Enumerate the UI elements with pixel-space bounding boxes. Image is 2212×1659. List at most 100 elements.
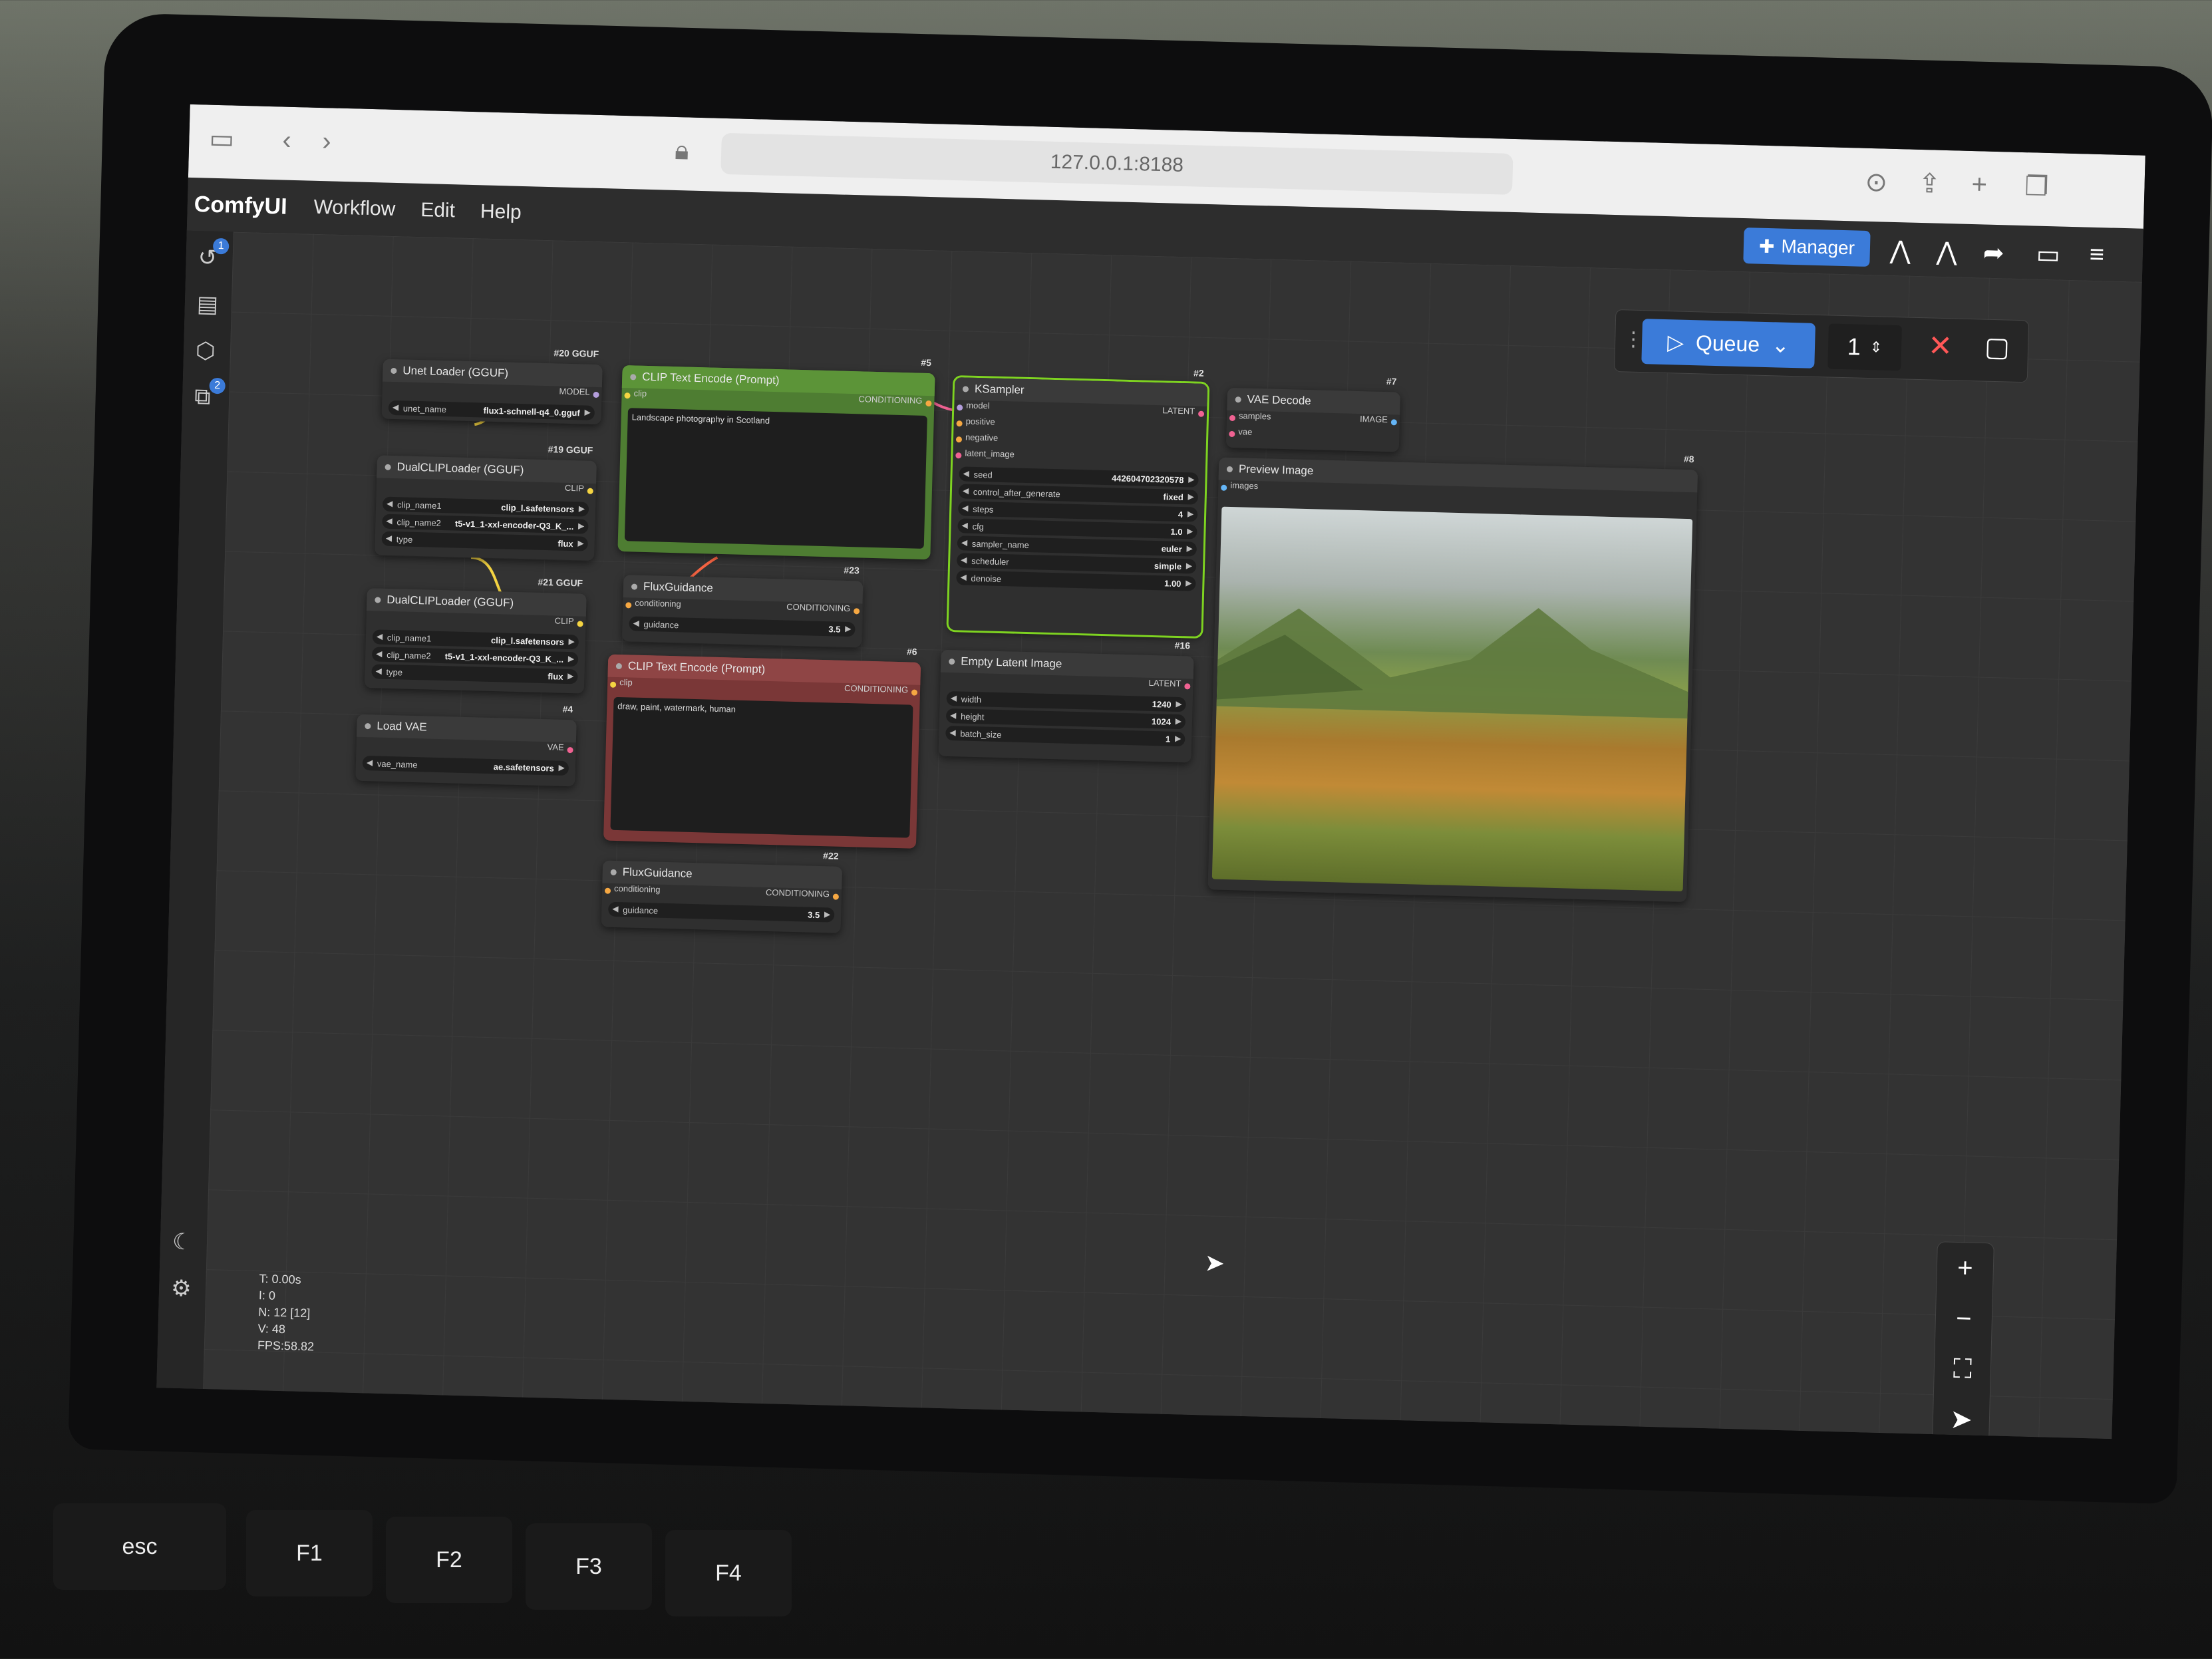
- document-icon[interactable]: ▤: [196, 291, 218, 318]
- port-dot[interactable]: [1184, 683, 1191, 690]
- port-dot[interactable]: [587, 488, 593, 494]
- port-label: CLIP: [564, 482, 585, 494]
- node-vae-decode[interactable]: #7 VAE Decode samples IMAGE vae: [1225, 376, 1401, 452]
- history-badge: 1: [212, 237, 230, 255]
- widget-unet-name[interactable]: unet_name flux1-schnell-q4_0.gguf: [388, 400, 595, 420]
- widget-clip-name1[interactable]: clip_name1 clip_l.safetensors: [382, 496, 589, 517]
- node-load-vae[interactable]: #4 Load VAE VAE vae_nameae.safetensors: [355, 704, 577, 787]
- new-tab-icon[interactable]: +: [1971, 170, 1988, 200]
- widget-batch-size[interactable]: batch_size 1: [945, 725, 1185, 747]
- forward-icon[interactable]: ›: [322, 126, 331, 156]
- port-dot[interactable]: [911, 689, 918, 696]
- node-dualclip-2[interactable]: #21 GGUF DualCLIPLoader (GGUF) CLIP clip…: [364, 577, 587, 694]
- port-dot[interactable]: [1229, 414, 1236, 422]
- port-dot[interactable]: [625, 602, 632, 609]
- port-dot[interactable]: [610, 681, 617, 688]
- port-dot[interactable]: [1390, 419, 1397, 426]
- port-dot[interactable]: [593, 391, 599, 398]
- port-dot[interactable]: [624, 392, 631, 399]
- menu-workflow[interactable]: Workflow: [313, 196, 396, 221]
- node-clip-negative[interactable]: #6 CLIP Text Encode (Prompt) clip CONDIT…: [603, 646, 921, 849]
- widget-denoise[interactable]: denoise 1.00: [956, 570, 1196, 591]
- cube-icon[interactable]: ⬡: [196, 337, 216, 365]
- widget-value: 1.00: [1164, 578, 1182, 589]
- widget-label: control_after_generate: [973, 486, 1060, 500]
- port-label: conditioning: [613, 883, 661, 895]
- share-arrow-icon[interactable]: ➦: [1982, 237, 2004, 268]
- key-f4: F4: [665, 1530, 792, 1616]
- widget-value: 1024: [1151, 716, 1172, 727]
- widget-vae-name[interactable]: vae_name ae.safetensors: [362, 755, 569, 776]
- node-flux-guidance-1[interactable]: #23 FluxGuidance conditioning CONDITIONI…: [621, 565, 864, 648]
- widget-guidance[interactable]: guidance 3.5: [629, 616, 856, 637]
- port-dot[interactable]: [604, 887, 611, 894]
- node-clip-positive[interactable]: #5 CLIP Text Encode (Prompt) clip CONDIT…: [617, 357, 935, 560]
- widget-type[interactable]: type flux: [381, 531, 588, 551]
- model-icon[interactable]: ⋀: [1889, 235, 1911, 266]
- port-dot[interactable]: [955, 436, 963, 443]
- menu-edit[interactable]: Edit: [420, 199, 456, 222]
- port-dot[interactable]: [854, 608, 860, 615]
- node-flux-guidance-2[interactable]: #22 FluxGuidance conditioning CONDITIONI…: [601, 850, 843, 933]
- node-id: #8: [1683, 453, 1694, 465]
- widget-type[interactable]: type flux: [371, 664, 578, 684]
- cursor-icon: ➤: [1204, 1249, 1225, 1277]
- node-preview-image[interactable]: #8 Preview Image images: [1207, 454, 1698, 903]
- moon-icon[interactable]: ☾: [172, 1229, 193, 1256]
- widget-label: steps: [973, 504, 994, 515]
- port-dot[interactable]: [577, 621, 583, 627]
- share-icon[interactable]: ⇪: [1918, 168, 1941, 200]
- widget-value: 1.0: [1170, 526, 1183, 537]
- prompt-textarea[interactable]: draw, paint, watermark, human: [610, 696, 913, 838]
- graph-canvas[interactable]: ⋮ ▷ Queue ⌄ 1 ⇕ ✕ ▢ #20 GGUF Unet Loader…: [203, 231, 2142, 1439]
- node-empty-latent[interactable]: #16 Empty Latent Image LATENT width1240 …: [938, 640, 1194, 763]
- port-dot[interactable]: [1221, 484, 1227, 491]
- manager-button[interactable]: ✚ Manager: [1743, 227, 1871, 267]
- hamburger-icon[interactable]: ≡: [2089, 241, 2104, 270]
- port-dot[interactable]: [957, 404, 963, 411]
- widget-value: flux: [557, 538, 573, 549]
- widget-clip-name1[interactable]: clip_name1 clip_l.safetensors: [372, 629, 579, 650]
- port-dot[interactable]: [1229, 430, 1235, 438]
- port-dot[interactable]: [925, 400, 932, 407]
- zoom-out-icon[interactable]: −: [1935, 1292, 1992, 1344]
- widget-value: fixed: [1163, 492, 1184, 503]
- port-label: MODEL: [559, 386, 590, 397]
- node-unet-loader[interactable]: #20 GGUF Unet Loader (GGUF) MODEL unet_n…: [381, 347, 603, 425]
- port-dot[interactable]: [955, 452, 962, 459]
- sidebar-toggle-icon[interactable]: ▭: [209, 124, 235, 155]
- back-icon[interactable]: ‹: [282, 126, 291, 156]
- widget-label: seed: [973, 469, 993, 480]
- port-dot[interactable]: [832, 893, 840, 900]
- settings-icon[interactable]: ⚙: [171, 1275, 192, 1302]
- port-dot[interactable]: [567, 747, 573, 754]
- prompt-textarea[interactable]: Landscape photography in Scotland: [624, 408, 927, 549]
- widget-value: 442604702320578: [1111, 473, 1184, 486]
- key-f1: F1: [246, 1510, 373, 1596]
- menu-help[interactable]: Help: [480, 200, 522, 224]
- node-ksampler[interactable]: #2 KSampler model LATENT positive negativ…: [946, 367, 1210, 639]
- navigate-icon[interactable]: ➤: [1933, 1394, 1990, 1439]
- download-icon[interactable]: ⊙: [1865, 167, 1888, 198]
- widget-value: ae.safetensors: [493, 762, 555, 774]
- widget-value: 1240: [1152, 699, 1172, 710]
- widget-label: clip_name2: [387, 649, 431, 661]
- widget-clip-name2[interactable]: clip_name2 t5-v1_1-xxl-encoder-Q3_K_...: [371, 647, 579, 667]
- widget-clip-name2[interactable]: clip_name2 t5-v1_1-xxl-encoder-Q3_K_...: [382, 514, 589, 534]
- widget-label: scheduler: [971, 555, 1009, 567]
- panel-icon[interactable]: ▭: [2036, 239, 2060, 270]
- address-bar[interactable]: 127.0.0.1:8188: [720, 132, 1513, 195]
- lock-icon: 🔒︎: [674, 135, 690, 166]
- keyboard: esc F1 F2 F3 F4: [0, 1490, 2212, 1659]
- port-dot[interactable]: [956, 420, 963, 427]
- tabs-icon[interactable]: ❐: [2024, 171, 2049, 202]
- fit-view-icon[interactable]: ⛶: [1934, 1343, 1991, 1395]
- widget-guidance[interactable]: guidance 3.5: [608, 901, 835, 923]
- workflows-icon[interactable]: ⧉: [194, 384, 211, 410]
- model-alt-icon[interactable]: ⋀: [1936, 237, 1957, 267]
- puzzle-icon: ✚: [1758, 235, 1775, 257]
- zoom-in-icon[interactable]: +: [1937, 1242, 1994, 1294]
- key-esc-label: esc: [122, 1533, 158, 1559]
- port-dot[interactable]: [1197, 410, 1205, 417]
- node-dualclip-1[interactable]: #19 GGUF DualCLIPLoader (GGUF) CLIP clip…: [375, 444, 597, 561]
